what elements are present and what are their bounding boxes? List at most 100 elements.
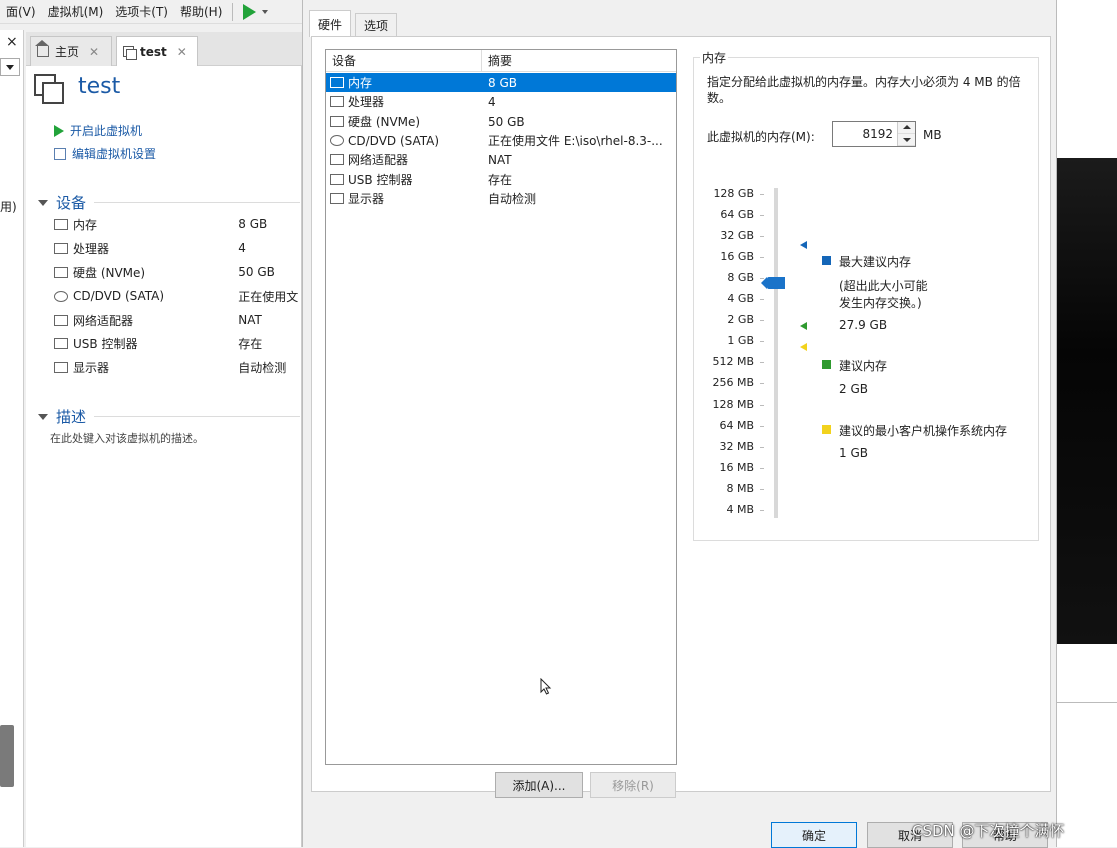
device-summary: NAT [488, 152, 512, 167]
device-name: 内存 [348, 76, 373, 90]
device-name: USB 控制器 [73, 336, 138, 351]
memory-scale-tick [760, 341, 764, 343]
memory-slider-thumb[interactable] [761, 277, 785, 289]
collapse-icon[interactable] [38, 413, 48, 420]
column-header-summary[interactable]: 摘要 [482, 50, 676, 72]
power-on-vm-link[interactable]: 开启此虚拟机 [54, 122, 142, 139]
memory-unit: MB [923, 128, 942, 142]
tab-test[interactable]: test ✕ [116, 36, 198, 66]
device-row[interactable]: 内存 8 GB [54, 214, 302, 234]
disk-icon [330, 116, 344, 127]
device-name: 处理器 [348, 95, 385, 109]
memory-scale-tick [760, 320, 764, 322]
memory-stepper[interactable]: 8192 [832, 121, 916, 147]
list-header: 设备 摘要 [326, 50, 676, 72]
description-section-header[interactable]: 描述 [38, 406, 300, 427]
recommended-marker [800, 322, 807, 330]
monitor-icon [330, 193, 344, 204]
device-row[interactable]: 处理器 4 [54, 238, 302, 258]
hardware-device-list[interactable]: 设备 摘要 内存 8 GB 处理器 4 硬盘 (NVMe) 50 GB CD/D… [325, 49, 677, 765]
monitor-icon [54, 361, 68, 373]
device-row[interactable]: CD/DVD (SATA) 正在使用文 [54, 286, 302, 306]
max-legend-swatch [822, 256, 831, 265]
play-icon [54, 124, 64, 137]
device-row[interactable]: 网络适配器 NAT [54, 310, 302, 330]
memory-scale-tick [760, 215, 764, 217]
increment-button[interactable] [898, 122, 915, 134]
mouse-cursor-icon [540, 678, 552, 695]
chevron-down-icon[interactable] [262, 9, 269, 14]
list-item[interactable]: 内存 8 GB [326, 73, 676, 92]
recommended-legend-value: 2 GB [839, 382, 868, 396]
usb-icon [330, 174, 344, 185]
library-dropdown[interactable] [0, 58, 20, 76]
cd-icon [54, 290, 68, 302]
list-item[interactable]: USB 控制器 存在 [326, 170, 676, 189]
list-item[interactable]: 显示器 自动检测 [326, 189, 676, 208]
memory-scale-tick [760, 467, 764, 469]
edit-vm-settings-link[interactable]: 编辑虚拟机设置 [54, 145, 156, 162]
device-summary: 50 GB [488, 114, 525, 129]
memory-scale-label: 8 MB [726, 481, 754, 495]
description-placeholder[interactable]: 在此处键入对该虚拟机的描述。 [50, 430, 204, 446]
watermark-text: CSDN @下次撞个满怀 [912, 822, 1065, 840]
menu-tabs[interactable]: 选项卡(T) [109, 3, 174, 20]
menu-vm[interactable]: 虚拟机(M) [42, 3, 110, 20]
tab-test-label: test [140, 44, 167, 59]
column-header-device[interactable]: 设备 [326, 50, 482, 72]
device-name: 网络适配器 [348, 153, 409, 167]
device-name: CD/DVD (SATA) [348, 133, 440, 148]
vm-large-icon [34, 74, 64, 104]
memory-scale-label: 2 GB [727, 313, 754, 327]
memory-scale-label: 128 GB [713, 187, 754, 200]
list-item[interactable]: CD/DVD (SATA) 正在使用文件 E:\iso\rhel-8.3-... [326, 131, 676, 150]
ok-button[interactable]: 确定 [771, 822, 857, 848]
max-legend-label: 最大建议内存 [839, 255, 912, 269]
device-row[interactable]: USB 控制器 存在 [54, 333, 302, 353]
memory-scale-label: 8 GB [727, 271, 754, 285]
device-value: 50 GB [238, 265, 275, 279]
memory-slider-track[interactable] [774, 188, 778, 518]
cd-icon [330, 135, 344, 146]
tab-options[interactable]: 选项 [355, 13, 398, 37]
memory-icon [330, 77, 344, 88]
memory-scale-tick [760, 194, 764, 195]
close-icon[interactable]: ✕ [89, 45, 99, 59]
device-value: 正在使用文 [238, 289, 299, 304]
menu-separator [232, 2, 234, 21]
device-row[interactable]: 硬盘 (NVMe) 50 GB [54, 262, 302, 282]
divider [94, 416, 300, 417]
scrollbar-thumb[interactable] [0, 725, 14, 787]
close-icon[interactable]: × [6, 34, 18, 50]
decrement-button[interactable] [898, 134, 915, 146]
memory-icon [54, 218, 68, 230]
add-hardware-button[interactable]: 添加(A)... [495, 772, 583, 798]
memory-scale-tick [760, 299, 764, 301]
memory-scale-tick [760, 383, 764, 385]
collapse-icon[interactable] [38, 199, 48, 206]
recommended-legend-label: 建议内存 [839, 359, 888, 373]
tab-home[interactable]: 主页 ✕ [30, 36, 112, 66]
edit-settings-label: 编辑虚拟机设置 [72, 147, 157, 161]
memory-group-title: 内存 [700, 49, 729, 66]
memory-scale-label: 32 GB [720, 229, 754, 243]
list-item[interactable]: 网络适配器 NAT [326, 150, 676, 169]
menu-help[interactable]: 帮助(H) [174, 3, 228, 20]
divider [1057, 702, 1117, 703]
memory-input[interactable]: 8192 [862, 127, 893, 141]
menu-view[interactable]: 面(V) [0, 3, 42, 20]
close-icon[interactable]: ✕ [177, 45, 187, 59]
memory-description: 指定分配给此虚拟机的内存量。内存大小必须为 4 MB 的倍数。 [707, 75, 1021, 105]
device-row[interactable]: 显示器 自动检测 [54, 357, 302, 377]
memory-scale-tick [760, 404, 764, 406]
device-name: USB 控制器 [348, 173, 413, 187]
tab-hardware[interactable]: 硬件 [309, 10, 352, 37]
remove-hardware-button[interactable]: 移除(R) [590, 772, 676, 798]
library-panel-edge: × 用) [0, 30, 24, 847]
power-on-icon[interactable] [243, 3, 257, 20]
list-item[interactable]: 硬盘 (NVMe) 50 GB [326, 112, 676, 131]
list-item[interactable]: 处理器 4 [326, 92, 676, 111]
device-summary: 存在 [488, 173, 513, 187]
devices-section-header[interactable]: 设备 [38, 192, 300, 213]
cpu-icon [54, 242, 68, 254]
